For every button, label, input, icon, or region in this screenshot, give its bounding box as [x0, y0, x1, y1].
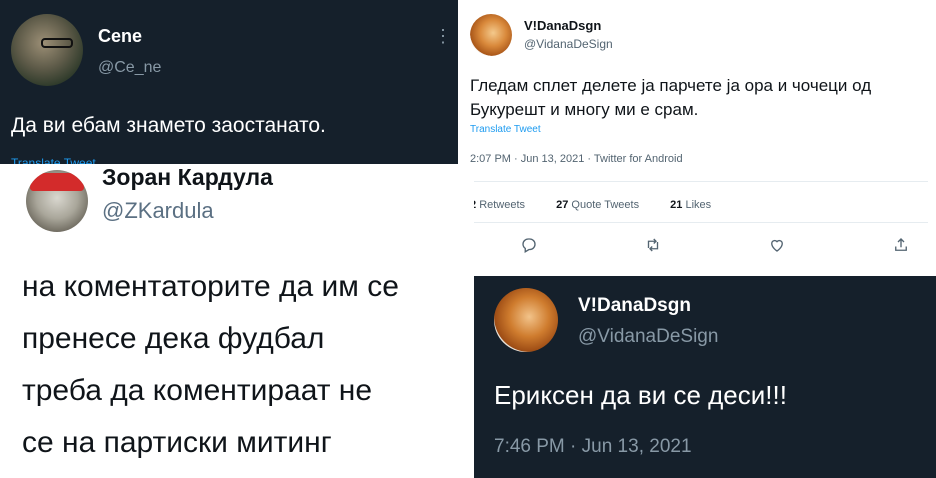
tweet-card-vidana-2: V!DanaDsgn @VidanaDeSign Ериксен да ви с… [474, 276, 936, 478]
author-handle[interactable]: @VidanaDeSign [578, 326, 718, 348]
avatar[interactable] [494, 288, 558, 352]
avatar[interactable] [26, 170, 88, 232]
author-handle[interactable]: @ZKardula [102, 198, 214, 224]
tweet-timestamp[interactable]: 7:46 PM · Jun 13, 2021 [494, 436, 692, 458]
likes-label: Likes [685, 199, 712, 211]
engagement-stats: 2 Retweets 27 Quote Tweets 21 Likes [470, 199, 739, 211]
author-handle[interactable]: @Ce_ne [98, 59, 161, 77]
avatar[interactable] [470, 14, 512, 56]
author-name[interactable]: Cene [98, 26, 142, 47]
retweets-label: Retweets [479, 199, 526, 211]
author-name[interactable]: V!DanaDsgn [524, 18, 601, 33]
tweet-card-zkardula: Зоран Кардула @ZKardula на коментаторите… [0, 164, 474, 478]
likes-stat[interactable]: 21 Likes [670, 199, 725, 211]
divider [470, 181, 928, 182]
quotes-count: 27 [556, 199, 569, 211]
tweet-text-line: треба да коментираат не [22, 374, 373, 407]
author-name[interactable]: Зоран Кардула [102, 164, 273, 191]
red-cap-shape [30, 173, 84, 191]
retweet-icon[interactable] [644, 236, 662, 259]
tweet-text: Ериксен да ви се деси!!! [494, 380, 787, 410]
translate-link[interactable]: Translate Tweet [470, 124, 541, 135]
author-name[interactable]: V!DanaDsgn [578, 295, 691, 317]
retweets-stat[interactable]: 2 Retweets [470, 199, 539, 211]
author-handle[interactable]: @VidanaDeSign [524, 37, 613, 51]
like-icon[interactable] [768, 236, 786, 259]
tweet-timestamp[interactable]: 2:07 PM · Jun 13, 2021 · Twitter for And… [470, 153, 683, 165]
tweet-card-vidana-1: V!DanaDsgn @VidanaDeSign Гледам сплет де… [458, 0, 936, 272]
divider [470, 222, 928, 223]
tweet-text-line: се на партиски митинг [22, 426, 332, 459]
reply-icon[interactable] [520, 236, 538, 259]
avatar[interactable] [11, 14, 83, 86]
tweet-card-cene: Cene @Ce_ne ⋮ Да ви ебам знамето заостан… [0, 0, 458, 164]
quotes-label: Quote Tweets [571, 199, 640, 211]
more-options-icon[interactable]: ⋮ [434, 26, 452, 47]
tweet-text: Да ви ебам знамето заостанато. [11, 114, 326, 137]
quotes-stat[interactable]: 27 Quote Tweets [556, 199, 653, 211]
likes-count: 21 [670, 199, 683, 211]
translate-link[interactable]: Translate Tweet [11, 156, 96, 164]
tweet-text: Гледам сплет делете ја парчете ја ора и … [470, 76, 872, 119]
tweet-text-line: пренесе дека фудбал [22, 322, 325, 355]
tweet-text-line: на коментаторите да им се [22, 270, 399, 303]
action-bar [520, 236, 910, 259]
glasses-shape [41, 38, 73, 48]
share-icon[interactable] [892, 236, 910, 259]
